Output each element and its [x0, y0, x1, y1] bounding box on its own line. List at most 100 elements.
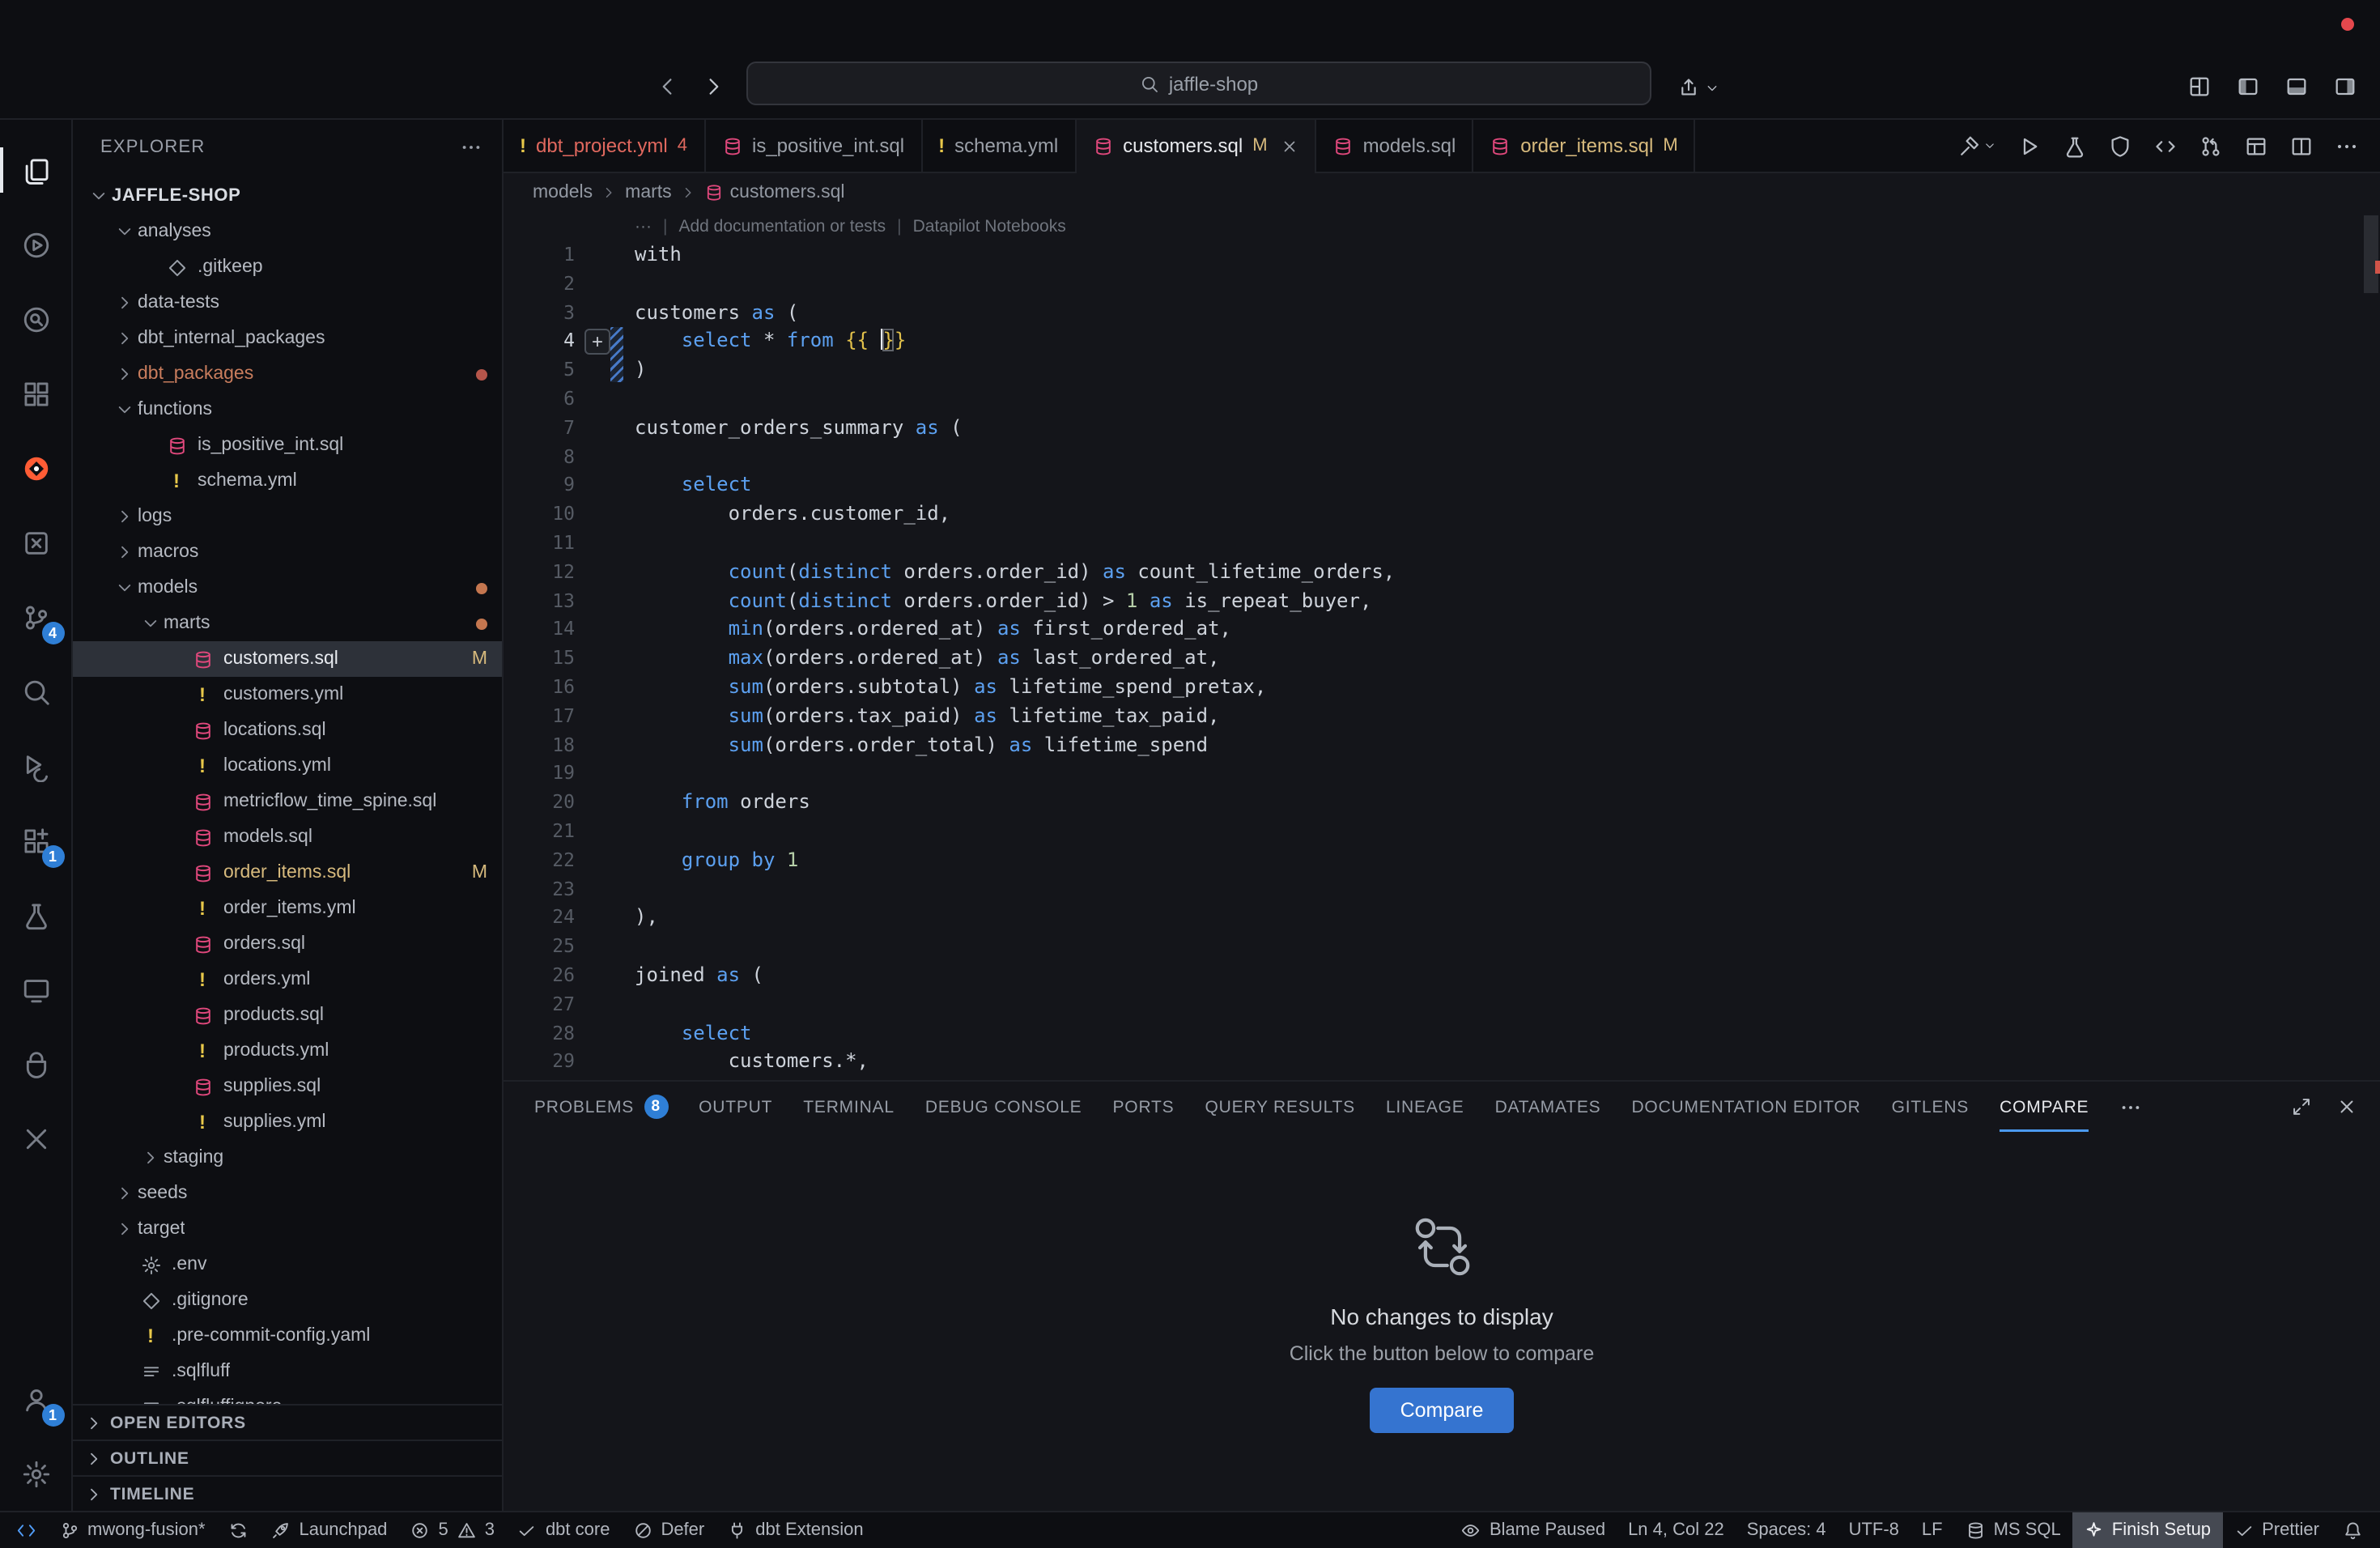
- code-editor[interactable]: ···|Add documentation or tests|Datapilot…: [504, 212, 2380, 1080]
- governance-button[interactable]: [2108, 134, 2132, 158]
- editor-scrollbar[interactable]: [2364, 215, 2378, 293]
- activity-extensions[interactable]: 1: [0, 803, 72, 878]
- add-line-button[interactable]: +: [584, 330, 610, 355]
- status-branch[interactable]: mwong-fusion*: [48, 1512, 217, 1548]
- status-sync[interactable]: [217, 1512, 260, 1548]
- share-button[interactable]: [1677, 76, 1719, 99]
- views-more-actions-icon[interactable]: [460, 136, 482, 159]
- status-eol[interactable]: LF: [1910, 1512, 1954, 1548]
- compiled-code-button[interactable]: [2153, 134, 2178, 158]
- panel-tab-documentation-editor[interactable]: DOCUMENTATION EDITOR: [1631, 1082, 1860, 1132]
- activity-accounts[interactable]: 1: [0, 1362, 72, 1436]
- panel-tab-ports[interactable]: PORTS: [1113, 1082, 1175, 1132]
- breadcrumb-item[interactable]: customers.sql: [704, 183, 845, 202]
- tree-item[interactable]: logs: [73, 499, 502, 534]
- activity-dbt-power-user[interactable]: [0, 207, 72, 282]
- toggle-secondary-sidebar-icon[interactable]: [2333, 74, 2357, 99]
- status-encoding[interactable]: UTF-8: [1838, 1512, 1910, 1548]
- activity-dbt[interactable]: [0, 431, 72, 505]
- tree-item[interactable]: .sqlfluffignore: [73, 1389, 502, 1404]
- tree-item[interactable]: !.pre-commit-config.yaml: [73, 1318, 502, 1354]
- customize-layout-icon[interactable]: [2187, 74, 2212, 99]
- activity-search[interactable]: [0, 654, 72, 729]
- compare-button[interactable]: Compare: [1370, 1388, 1515, 1433]
- dbt-build-actions-button[interactable]: [1957, 134, 1996, 158]
- panel-tab-datamates[interactable]: DATAMATES: [1495, 1082, 1601, 1132]
- tree-item[interactable]: !schema.yml: [73, 463, 502, 499]
- activity-query-inspector[interactable]: [0, 282, 72, 356]
- maximize-panel-icon[interactable]: [2291, 1096, 2312, 1117]
- panel-tab-output[interactable]: OUTPUT: [699, 1082, 772, 1132]
- run-file-button[interactable]: [2017, 134, 2042, 158]
- codelens-link[interactable]: Datapilot Notebooks: [913, 212, 1066, 241]
- nav-back-button[interactable]: [656, 74, 680, 99]
- status-defer[interactable]: Defer: [621, 1512, 716, 1548]
- panel-tab-debug-console[interactable]: DEBUG CONSOLE: [925, 1082, 1082, 1132]
- tree-item[interactable]: locations.sql: [73, 712, 502, 748]
- editor-more-actions-button[interactable]: [2335, 134, 2359, 158]
- tab-models-sql[interactable]: models.sql: [1316, 120, 1474, 172]
- codelens-link[interactable]: ···: [635, 212, 652, 241]
- tree-item[interactable]: .env: [73, 1247, 502, 1282]
- status-cursor-position[interactable]: Ln 4, Col 22: [1617, 1512, 1736, 1548]
- activity-containers[interactable]: [0, 1027, 72, 1101]
- panel-tabs-overflow-icon[interactable]: [2119, 1095, 2142, 1118]
- tree-item[interactable]: supplies.sql: [73, 1069, 502, 1104]
- tab-is_positive_int-sql[interactable]: is_positive_int.sql: [705, 120, 922, 172]
- activity-explorer[interactable]: [0, 133, 72, 207]
- activity-jinja-tools[interactable]: [0, 505, 72, 580]
- tree-item[interactable]: !orders.yml: [73, 962, 502, 997]
- tree-item[interactable]: dbt_internal_packages: [73, 321, 502, 356]
- tree-item[interactable]: .gitignore: [73, 1282, 502, 1318]
- tree-item[interactable]: is_positive_int.sql: [73, 427, 502, 463]
- tree-item[interactable]: analyses: [73, 214, 502, 249]
- status-dbt-core[interactable]: dbt core: [506, 1512, 622, 1548]
- status-notifications[interactable]: [2331, 1512, 2374, 1548]
- status-language-mode[interactable]: MS SQL: [1954, 1512, 2072, 1548]
- panel-tab-query-results[interactable]: QUERY RESULTS: [1205, 1082, 1354, 1132]
- tree-item[interactable]: models: [73, 570, 502, 606]
- tree-item[interactable]: customers.sqlM: [73, 641, 502, 677]
- panel-tab-compare[interactable]: COMPARE: [2000, 1082, 2089, 1132]
- toggle-panel-icon[interactable]: [2284, 74, 2309, 99]
- breadcrumb-item[interactable]: marts: [625, 183, 672, 202]
- close-icon[interactable]: [1281, 137, 1298, 155]
- tree-item[interactable]: seeds: [73, 1176, 502, 1211]
- close-panel-icon[interactable]: [2336, 1096, 2357, 1117]
- tree-item[interactable]: macros: [73, 534, 502, 570]
- breadcrumb-item[interactable]: models: [533, 183, 593, 202]
- tree-item[interactable]: target: [73, 1211, 502, 1247]
- tree-item[interactable]: functions: [73, 392, 502, 427]
- sidebar-section-open-editors[interactable]: OPEN EDITORS: [73, 1404, 502, 1440]
- tree-item[interactable]: staging: [73, 1140, 502, 1176]
- tree-item[interactable]: products.sql: [73, 997, 502, 1033]
- tab-schema-yml[interactable]: !schema.yml: [922, 120, 1076, 172]
- tree-item[interactable]: .gitkeep: [73, 249, 502, 285]
- tree-item[interactable]: dbt_packages: [73, 356, 502, 392]
- nav-forward-button[interactable]: [701, 74, 725, 99]
- test-file-button[interactable]: [2063, 134, 2087, 158]
- tree-item[interactable]: orders.sql: [73, 926, 502, 962]
- command-center-search[interactable]: jaffle-shop: [746, 62, 1651, 105]
- activity-run-and-debug[interactable]: [0, 729, 72, 803]
- tree-item[interactable]: data-tests: [73, 285, 502, 321]
- tab-order_items-sql[interactable]: order_items.sqlM: [1473, 120, 1695, 172]
- activity-source-control[interactable]: 4: [0, 580, 72, 654]
- panel-tab-lineage[interactable]: LINEAGE: [1386, 1082, 1464, 1132]
- pull-request-button[interactable]: [2199, 134, 2223, 158]
- tree-item[interactable]: !supplies.yml: [73, 1104, 502, 1140]
- tree-item[interactable]: order_items.sqlM: [73, 855, 502, 891]
- status-indentation[interactable]: Spaces: 4: [1736, 1512, 1838, 1548]
- toggle-primary-sidebar-icon[interactable]: [2236, 74, 2260, 99]
- tree-item[interactable]: marts: [73, 606, 502, 641]
- status-launchpad[interactable]: Launchpad: [260, 1512, 399, 1548]
- panel-tab-problems[interactable]: PROBLEMS8: [534, 1082, 668, 1132]
- sidebar-section-timeline[interactable]: TIMELINE: [73, 1475, 502, 1511]
- tree-item[interactable]: metricflow_time_spine.sql: [73, 784, 502, 819]
- tree-item[interactable]: !order_items.yml: [73, 891, 502, 926]
- tree-item[interactable]: JAFFLE-SHOP: [73, 178, 502, 214]
- codelens-link[interactable]: Add documentation or tests: [678, 212, 886, 241]
- query-grid-button[interactable]: [2244, 134, 2268, 158]
- panel-tab-terminal[interactable]: TERMINAL: [803, 1082, 895, 1132]
- status-prettier[interactable]: Prettier: [2222, 1512, 2331, 1548]
